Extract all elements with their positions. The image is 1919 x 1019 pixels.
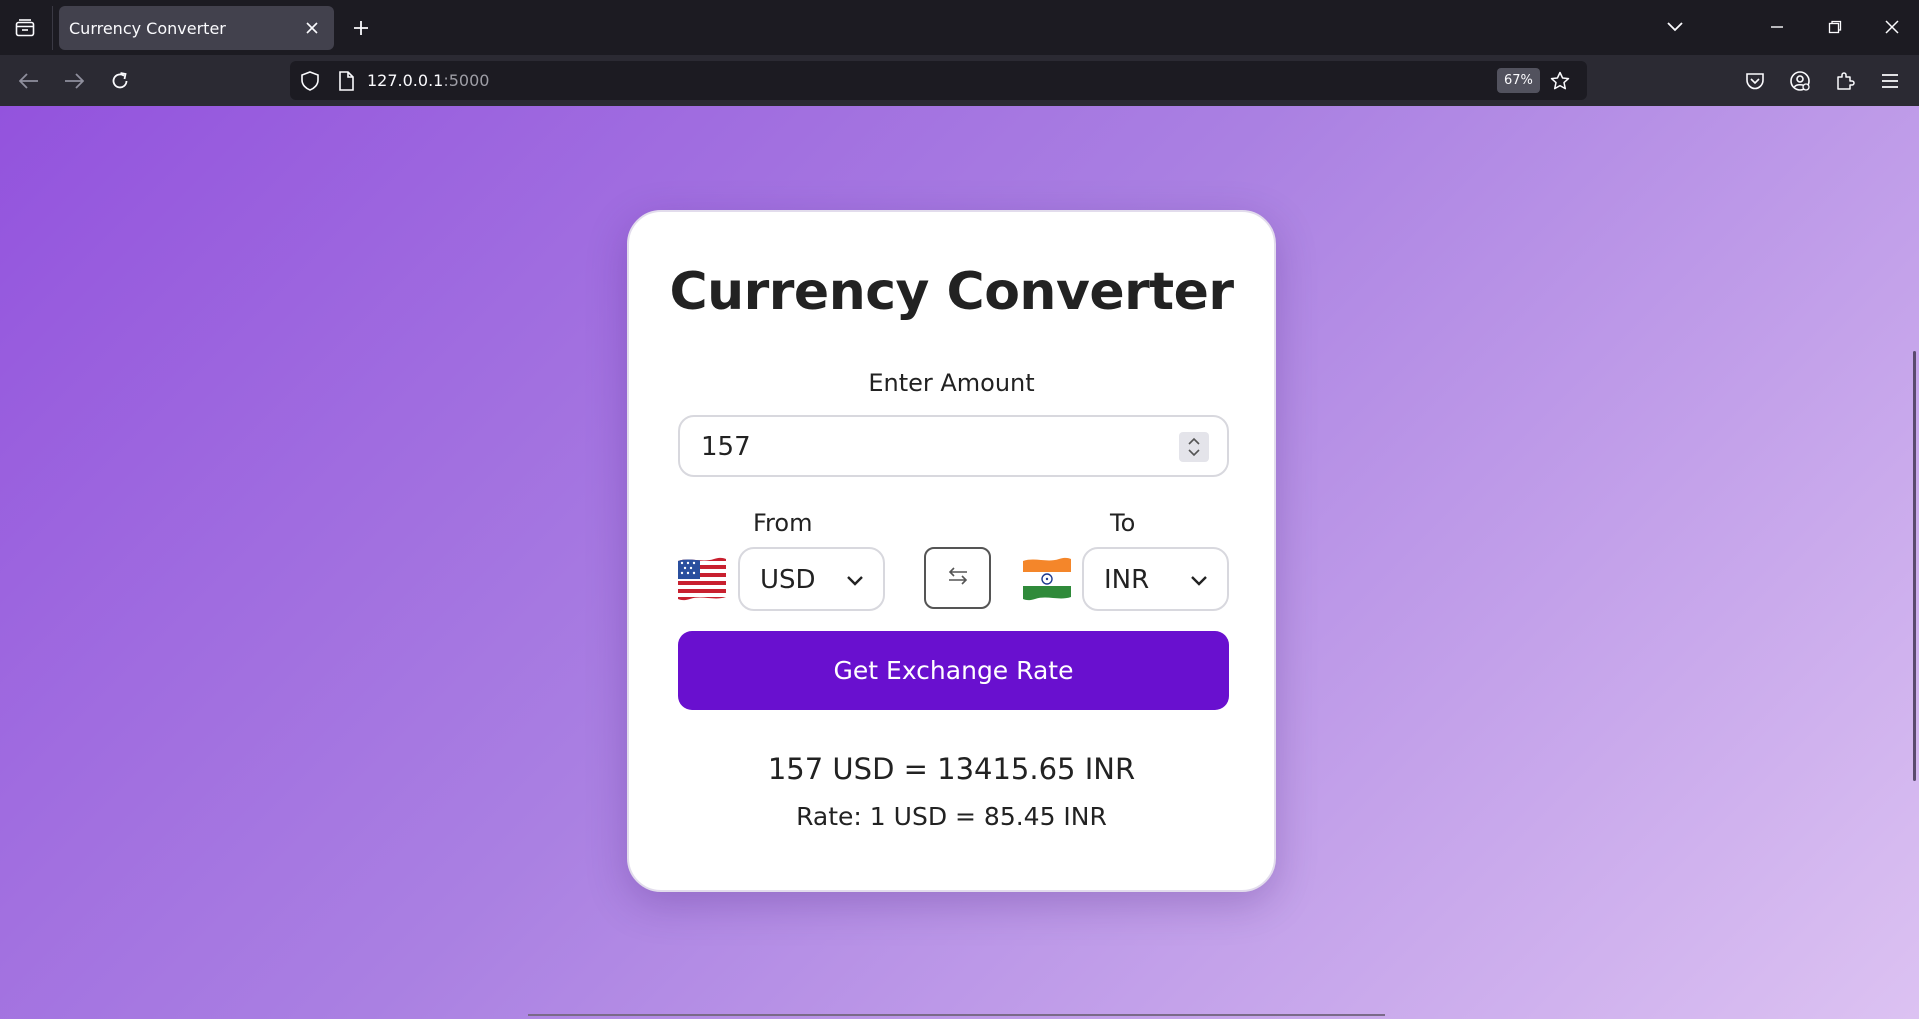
shield-icon[interactable]: [298, 69, 322, 93]
page-info-icon[interactable]: [334, 69, 358, 93]
navigation-toolbar: 127.0.0.1:5000 67%: [0, 55, 1919, 106]
swap-arrows-icon: [947, 566, 969, 590]
tab-list-icon[interactable]: [10, 14, 40, 42]
new-tab-icon[interactable]: [346, 14, 376, 42]
back-arrow-icon[interactable]: [12, 64, 46, 98]
menu-hamburger-icon[interactable]: [1873, 64, 1907, 98]
number-spinner-icon[interactable]: [1179, 432, 1209, 462]
bottom-divider: [528, 1014, 1385, 1016]
zoom-level-badge[interactable]: 67%: [1497, 68, 1540, 93]
us-flag-icon: [676, 553, 728, 605]
url-host: 127.0.0.1: [367, 71, 444, 90]
from-label: From: [753, 509, 813, 537]
forward-arrow-icon[interactable]: [57, 64, 91, 98]
close-window-icon[interactable]: [1877, 12, 1907, 42]
exchange-rate-text: Rate: 1 USD = 85.45 INR: [796, 802, 1107, 831]
url-port: :5000: [443, 71, 490, 90]
to-label: To: [1110, 509, 1136, 537]
tab-title: Currency Converter: [69, 18, 226, 38]
list-all-tabs-chevron-icon[interactable]: [1660, 12, 1690, 42]
page-title: Currency Converter: [669, 262, 1234, 322]
url-text[interactable]: 127.0.0.1:5000: [367, 71, 489, 90]
extensions-puzzle-icon[interactable]: [1828, 64, 1862, 98]
minimize-icon[interactable]: [1762, 12, 1792, 42]
tab-currency-converter[interactable]: Currency Converter: [59, 6, 334, 50]
from-currency-select[interactable]: USD: [738, 547, 885, 611]
restore-icon[interactable]: [1820, 12, 1850, 42]
close-tab-icon[interactable]: [302, 18, 322, 38]
to-currency-value: INR: [1104, 565, 1150, 595]
to-currency-select[interactable]: INR: [1082, 547, 1229, 611]
browser-tab-strip: Currency Converter: [0, 0, 1919, 55]
reload-icon[interactable]: [103, 64, 137, 98]
chevron-down-icon: [845, 571, 865, 591]
amount-value: 157: [701, 432, 751, 462]
converter-card: Currency Converter Enter Amount 157 From…: [627, 210, 1276, 892]
from-currency-value: USD: [760, 565, 816, 595]
india-flag-icon: [1021, 553, 1073, 605]
pocket-icon[interactable]: [1738, 64, 1772, 98]
swap-currencies-button[interactable]: [924, 547, 991, 609]
chevron-down-icon: [1189, 571, 1209, 591]
page-scrollbar[interactable]: [1913, 351, 1916, 781]
get-exchange-rate-button[interactable]: Get Exchange Rate: [678, 631, 1229, 710]
bookmark-star-icon[interactable]: [1546, 67, 1574, 95]
amount-label: Enter Amount: [868, 369, 1035, 397]
amount-input[interactable]: 157: [678, 415, 1229, 477]
conversion-result: 157 USD = 13415.65 INR: [767, 752, 1136, 786]
address-bar[interactable]: 127.0.0.1:5000 67%: [290, 61, 1587, 100]
page-viewport: Currency Converter Enter Amount 157 From…: [0, 106, 1919, 1019]
account-icon[interactable]: [1783, 64, 1817, 98]
tab-divider: [52, 6, 53, 50]
